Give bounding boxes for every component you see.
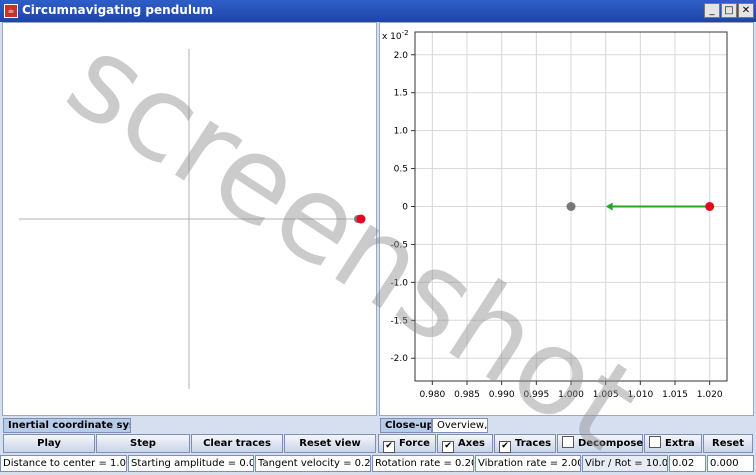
center-point [566,202,576,211]
pendulum-point [705,202,715,211]
x-tick-label: 0.980 [419,390,445,400]
window-title: Circumnavigating pendulum [22,3,213,17]
close-button[interactable]: ✕ [738,3,754,18]
y-tick-label: 2.0 [394,51,409,61]
decompose-checkbox[interactable]: Decompose [557,434,643,453]
maximize-button[interactable]: □ [721,3,737,18]
axes-checkbox[interactable]: ✔ Axes [437,434,493,453]
pendulum-bob[interactable] [356,214,366,224]
y-multiplier-label: x 10-2 [382,29,409,42]
y-tick-label: -1.0 [390,278,408,288]
y-tick-label: -2.0 [390,354,408,364]
decompose-label: Decompose [578,438,644,449]
title-bar: ☕ Circumnavigating pendulum _ □ ✕ [0,0,756,22]
play-button[interactable]: Play [3,434,95,453]
y-tick-label: 0 [402,203,408,213]
force-check-icon: ✔ [383,441,395,453]
extra-check-icon [649,436,661,448]
tab-closeup[interactable]: Close-up [380,418,432,433]
axes-label: Axes [458,438,485,449]
inertial-canvas [19,49,366,389]
reset-button[interactable]: Reset [703,434,753,453]
value1-field[interactable]: 0.02 [669,455,706,472]
reset-view-button[interactable]: Reset view [284,434,376,453]
x-tick-label: 1.020 [697,390,723,400]
y-tick-label: 1.5 [394,89,408,99]
vibr-rot-field: Vibr / Rot = 10.00 [582,455,668,472]
clear-traces-button[interactable]: Clear traces [191,434,283,453]
x-tick-labels: 0.980 0.985 0.990 0.995 1.000 1.005 1.010 1.015… [419,390,722,400]
minimize-button[interactable]: _ [704,3,720,18]
value2-field[interactable]: 0.000 [707,455,754,472]
extra-checkbox[interactable]: Extra [644,434,702,453]
tab-inertial[interactable]: Inertial coordinate system [3,418,131,433]
x-tick-label: 1.010 [627,390,653,400]
decompose-check-icon [562,436,574,448]
axes-check-icon: ✔ [442,441,454,453]
force-label: Force [399,438,430,449]
force-checkbox[interactable]: ✔ Force [378,434,436,453]
traces-checkbox[interactable]: ✔ Traces [494,434,556,453]
closeup-view[interactable]: 2.0 1.5 1.0 0.5 0 -0.5 -1.0 -1.5 -2.0 0.980 0.985… [379,22,754,416]
x-tick-label: 0.985 [454,390,480,400]
vibration-rate-field[interactable]: Vibration rate = 2.000 [475,455,581,472]
y-tick-label: 1.0 [394,127,409,137]
closeup-chart: 2.0 1.5 1.0 0.5 0 -0.5 -1.0 -1.5 -2.0 0.980 0.985… [382,29,728,400]
step-button[interactable]: Step [96,434,190,453]
inertial-view[interactable] [2,22,377,416]
rotation-rate-field[interactable]: Rotation rate = 0.200 [372,455,474,472]
amplitude-field[interactable]: Starting amplitude = 0.020 [128,455,254,472]
x-tick-label: 1.005 [593,390,619,400]
force-arrow-head [605,202,613,211]
x-tick-label: 0.990 [489,390,515,400]
y-tick-label: -0.5 [390,240,408,250]
applet-icon: ☕ [4,4,18,18]
x-tick-label: 1.000 [558,390,584,400]
x-tick-label: 1.015 [662,390,688,400]
extra-label: Extra [665,438,695,449]
traces-label: Traces [515,438,552,449]
distance-field[interactable]: Distance to center = 1.000 [0,455,127,472]
tab-overview[interactable]: Overview, ... [432,418,488,433]
y-tick-labels: 2.0 1.5 1.0 0.5 0 -0.5 -1.0 -1.5 -2.0 [390,51,408,364]
y-tick-label: 0.5 [394,165,408,175]
traces-check-icon: ✔ [499,441,511,453]
y-tick-label: -1.5 [390,316,408,326]
tangent-velocity-field[interactable]: Tangent velocity = 0.204 [255,455,371,472]
x-tick-label: 0.995 [523,390,549,400]
